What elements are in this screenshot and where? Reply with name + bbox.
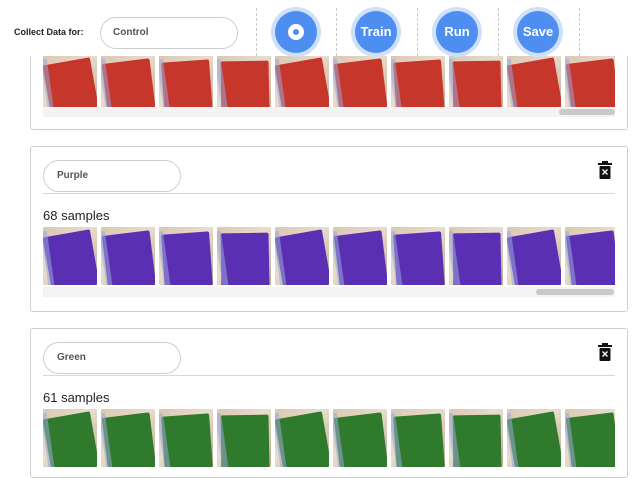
class-name-field[interactable]: Purple [43,160,181,192]
notebook-image [220,60,270,113]
divider [417,8,418,56]
toolbar: Collect Data for: Control Train Run Save [0,0,644,56]
sample-strip[interactable] [43,227,615,285]
class-card-purple: Purple 68 samples [30,146,628,312]
divider [43,193,615,194]
sample-thumbnail[interactable] [565,55,615,113]
sample-thumbnail[interactable] [449,55,503,113]
sample-thumbnail[interactable] [391,409,445,467]
notebook-image [452,414,502,467]
horizontal-scrollbar[interactable] [43,287,615,297]
divider [498,8,499,56]
sample-thumbnail[interactable] [43,227,97,285]
sample-thumbnail[interactable] [217,55,271,113]
thumb-row [43,227,615,285]
sample-thumbnail[interactable] [333,227,387,285]
divider [256,8,257,56]
sample-thumbnail[interactable] [101,409,155,467]
class-select[interactable]: Control [100,17,238,49]
sample-thumbnail[interactable] [275,55,329,113]
sample-thumbnail[interactable] [43,409,97,467]
sample-thumbnail[interactable] [101,227,155,285]
horizontal-scrollbar[interactable] [43,107,615,117]
sample-thumbnail[interactable] [507,55,561,113]
sample-thumbnail[interactable] [159,227,213,285]
notebook-image [220,414,270,467]
sample-thumbnail[interactable] [333,55,387,113]
thumb-row [43,55,615,113]
divider [336,8,337,56]
sample-thumbnail[interactable] [217,227,271,285]
sample-thumbnail[interactable] [333,409,387,467]
scrollbar-thumb[interactable] [559,109,615,115]
divider [43,375,615,376]
divider [579,8,580,56]
collect-data-label: Collect Data for: [14,27,84,37]
sample-thumbnail[interactable] [43,55,97,113]
sample-strip[interactable] [43,55,615,113]
sample-thumbnail[interactable] [275,227,329,285]
sample-thumbnail[interactable] [159,409,213,467]
sample-thumbnail[interactable] [449,409,503,467]
record-button[interactable] [275,11,317,53]
sample-strip[interactable] [43,409,615,467]
trash-icon[interactable] [597,161,613,179]
sample-thumbnail[interactable] [565,227,615,285]
run-button[interactable]: Run [436,11,478,53]
sample-thumbnail[interactable] [449,227,503,285]
sample-thumbnail[interactable] [507,227,561,285]
sample-thumbnail[interactable] [565,409,615,467]
sample-count: 68 samples [43,208,110,223]
sample-thumbnail[interactable] [391,55,445,113]
notebook-image [452,232,502,285]
train-button[interactable]: Train [355,11,397,53]
thumb-row [43,409,615,467]
scrollbar-thumb[interactable] [536,289,614,295]
sample-thumbnail[interactable] [507,409,561,467]
trash-icon[interactable] [597,343,613,361]
class-card-green: Green 61 samples [30,328,628,478]
notebook-image [220,232,270,285]
record-icon [288,24,304,40]
sample-thumbnail[interactable] [391,227,445,285]
notebook-image [452,60,502,113]
sample-thumbnail[interactable] [101,55,155,113]
sample-thumbnail[interactable] [159,55,213,113]
class-name-field[interactable]: Green [43,342,181,374]
save-button[interactable]: Save [517,11,559,53]
sample-thumbnail[interactable] [275,409,329,467]
sample-thumbnail[interactable] [217,409,271,467]
sample-count: 61 samples [43,390,110,405]
